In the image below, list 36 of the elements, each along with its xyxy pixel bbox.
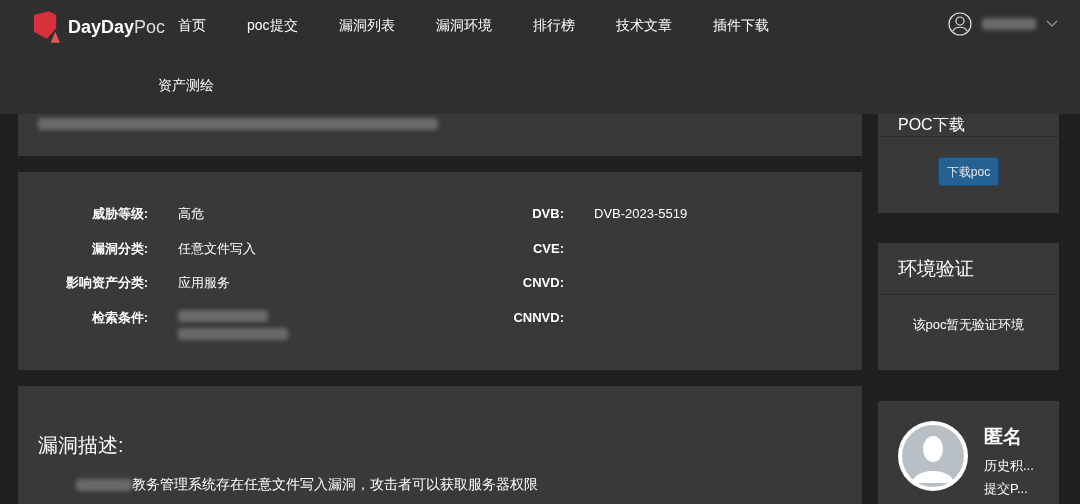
card-title: 环境验证 — [878, 243, 1059, 295]
field-label: 威胁等级: — [90, 205, 148, 223]
field-label: DVB: — [531, 205, 564, 223]
field-label: CNVD: — [521, 274, 564, 292]
field-value: 任意文件写入 — [178, 239, 256, 258]
nav-link[interactable]: 技术文章 — [615, 0, 672, 50]
user-icon — [948, 12, 972, 36]
logo-text: DayDayPoc — [67, 15, 165, 39]
field-label: 检索条件: — [90, 308, 148, 327]
field-value: DVB-2023-5519 — [594, 205, 688, 223]
description-text: 教务管理系统存在任意文件写入漏洞，攻击者可以获取服务器权限 — [132, 475, 538, 494]
field-label: CVE: — [531, 239, 564, 258]
section-title: 漏洞描述: — [38, 433, 125, 458]
download-button[interactable]: 下载poc — [937, 157, 1000, 186]
nav-link[interactable]: 插件下载 — [712, 0, 769, 50]
avatar-silhouette-icon — [898, 421, 968, 491]
nav-link[interactable]: 漏洞环境 — [435, 0, 492, 50]
chevron-down-icon[interactable] — [1046, 20, 1058, 28]
nav-link[interactable]: 资产测绘 — [158, 60, 214, 110]
author-stat: 历史积... — [984, 456, 1034, 475]
env-status-text: 该poc暂无验证环境 — [911, 316, 1026, 334]
redacted-text — [76, 478, 132, 491]
nav-link[interactable]: 首页 — [178, 0, 206, 50]
shield-logo-icon — [32, 10, 60, 44]
card-title: POC下载 — [878, 114, 1059, 137]
field-label: 漏洞分类: — [90, 239, 148, 258]
field-label: CNNVD: — [512, 308, 564, 327]
field-label: 影响资产分类: — [64, 274, 148, 292]
nav-link[interactable]: poc提交 — [247, 0, 298, 50]
redacted-username — [982, 18, 1036, 30]
author-stat: 提交P... — [984, 480, 1029, 498]
nav-link[interactable]: 漏洞列表 — [338, 0, 395, 50]
field-value: 高危 — [178, 205, 204, 223]
field-value: 应用服务 — [178, 274, 230, 292]
nav-link[interactable]: 排行榜 — [532, 0, 575, 50]
author-name: 匿名 — [984, 425, 1023, 449]
